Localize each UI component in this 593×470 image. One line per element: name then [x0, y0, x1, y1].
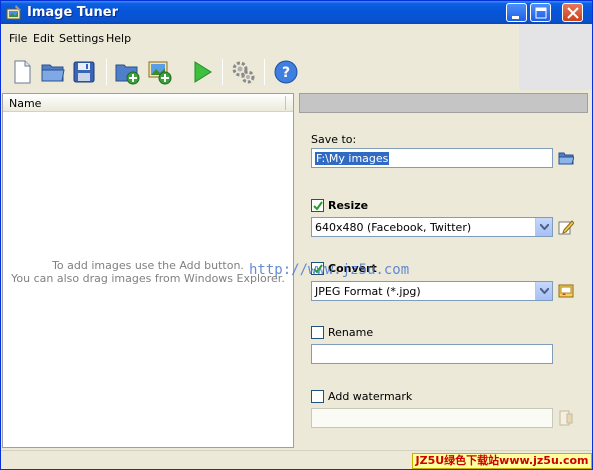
convert-select[interactable]: JPEG Format (*.jpg)	[311, 281, 553, 301]
menu-help[interactable]: Help	[106, 32, 131, 45]
add-folder-icon[interactable]	[114, 59, 140, 85]
save-to-field[interactable]: F:\My images	[311, 148, 553, 168]
column-divider[interactable]	[285, 96, 286, 110]
minimize-button[interactable]	[506, 3, 527, 22]
chevron-down-icon	[540, 288, 549, 294]
browse-folder-icon[interactable]	[558, 150, 574, 166]
app-icon	[6, 5, 21, 20]
menu-edit[interactable]: Edit	[33, 32, 54, 45]
menu-bar: File Edit Settings Help	[1, 29, 592, 49]
minimize-icon	[512, 16, 519, 19]
resize-dropdown-button[interactable]	[535, 218, 552, 236]
watermark-field[interactable]	[311, 408, 553, 428]
save-icon[interactable]	[71, 59, 97, 85]
resize-select-value: 640x480 (Facebook, Twitter)	[315, 221, 472, 234]
options-header-bar	[299, 93, 588, 113]
chevron-down-icon	[540, 224, 549, 230]
maximize-button[interactable]	[530, 3, 551, 22]
convert-dropdown-button[interactable]	[535, 282, 552, 300]
menu-settings[interactable]: Settings	[59, 32, 104, 45]
run-icon[interactable]	[189, 59, 215, 85]
watermark-checkbox[interactable]	[311, 390, 324, 403]
save-to-value: F:\My images	[315, 152, 390, 165]
overlay-url-text: http://www.jz5u.com	[249, 262, 410, 278]
resize-label[interactable]: Resize	[328, 199, 368, 212]
save-to-label: Save to:	[311, 133, 357, 146]
maximize-icon	[535, 7, 547, 19]
toolbar-separator	[106, 59, 107, 85]
check-mark-icon	[313, 201, 323, 211]
rename-checkbox[interactable]	[311, 326, 324, 339]
watermark-label[interactable]: Add watermark	[328, 390, 412, 403]
help-icon[interactable]: ?	[273, 59, 299, 85]
new-file-icon[interactable]	[9, 59, 35, 85]
column-header-name[interactable]: Name	[9, 97, 41, 110]
rename-field[interactable]	[311, 344, 553, 364]
rename-label[interactable]: Rename	[328, 326, 373, 339]
edit-resize-icon[interactable]	[558, 219, 574, 235]
format-settings-icon[interactable]	[558, 283, 574, 299]
toolbar: ?	[1, 53, 592, 89]
toolbar-separator	[264, 59, 265, 85]
resize-checkbox[interactable]	[311, 199, 324, 212]
menu-file[interactable]: File	[9, 32, 27, 45]
open-folder-icon[interactable]	[40, 59, 66, 85]
close-icon	[567, 7, 579, 19]
overlay-badge: JZ5U绿色下载站www.jz5u.com	[412, 453, 592, 469]
watermark-settings-icon[interactable]	[558, 410, 574, 426]
resize-select[interactable]: 640x480 (Facebook, Twitter)	[311, 217, 553, 237]
help-glyph: ?	[282, 65, 290, 81]
add-image-icon[interactable]	[146, 59, 172, 85]
list-header: Name	[3, 94, 293, 112]
window-title: Image Tuner	[27, 5, 118, 20]
app-window: Image Tuner File Edit Settings Help ? Na…	[0, 0, 593, 470]
close-button[interactable]	[562, 3, 583, 22]
toolbar-separator	[222, 59, 223, 85]
settings-icon[interactable]	[230, 59, 256, 85]
title-bar[interactable]: Image Tuner	[1, 1, 592, 24]
convert-select-value: JPEG Format (*.jpg)	[315, 285, 421, 298]
